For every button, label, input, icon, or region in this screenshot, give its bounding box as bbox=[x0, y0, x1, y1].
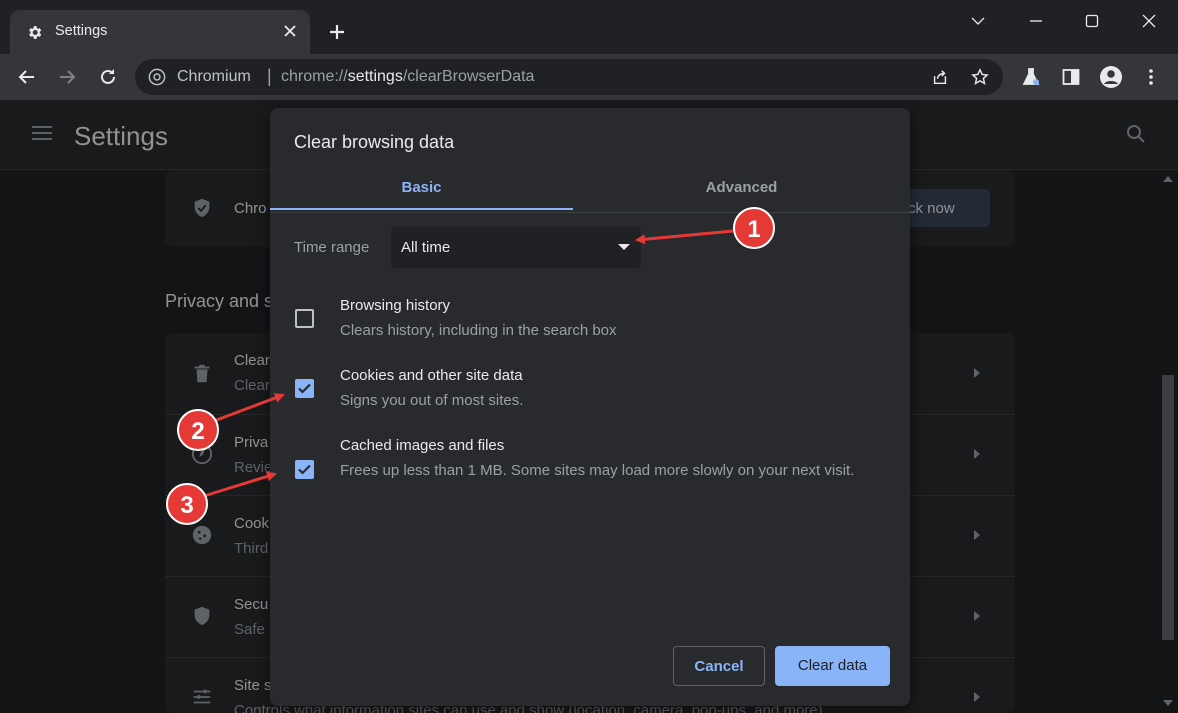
arrow-left-icon bbox=[18, 70, 34, 84]
tab-advanced[interactable]: Advanced bbox=[573, 168, 910, 210]
time-range-value: All time bbox=[401, 239, 451, 256]
share-icon[interactable] bbox=[931, 68, 949, 86]
avatar-icon bbox=[1100, 66, 1122, 88]
toolbar: Chromium | chrome://settings/clearBrowse… bbox=[0, 54, 1178, 100]
extensions-button[interactable] bbox=[1018, 64, 1044, 90]
option-description: Signs you out of most sites. bbox=[340, 392, 524, 409]
more-vert-icon bbox=[1149, 69, 1153, 85]
url-path: /clearBrowserData bbox=[402, 68, 535, 85]
back-button[interactable] bbox=[14, 64, 40, 90]
tab-title: Settings bbox=[55, 23, 108, 39]
clear-browsing-data-dialog: Clear browsing data Basic Advanced Time … bbox=[270, 108, 910, 706]
close-icon bbox=[1142, 14, 1156, 28]
maximize-icon bbox=[1085, 14, 1099, 28]
browser-window: Settings Chromium | chrome://settings/cl… bbox=[0, 0, 1178, 713]
clear-data-button[interactable]: Clear data bbox=[775, 646, 890, 686]
time-range-label: Time range bbox=[294, 239, 370, 256]
cookies-checkbox[interactable] bbox=[295, 379, 314, 398]
checkmark-icon bbox=[298, 464, 311, 475]
close-window-button[interactable] bbox=[1126, 8, 1172, 34]
tab-selected-indicator bbox=[270, 208, 573, 210]
star-icon[interactable] bbox=[971, 68, 989, 86]
tab-basic[interactable]: Basic bbox=[270, 168, 573, 210]
cancel-button[interactable]: Cancel bbox=[673, 646, 765, 686]
forward-button[interactable] bbox=[54, 64, 80, 90]
side-panel-button[interactable] bbox=[1058, 64, 1084, 90]
address-bar[interactable]: Chromium | chrome://settings/clearBrowse… bbox=[135, 59, 1003, 95]
cached-images-checkbox[interactable] bbox=[295, 460, 314, 479]
browsing-history-checkbox[interactable] bbox=[295, 309, 314, 328]
flask-icon bbox=[1022, 68, 1040, 85]
time-range-select[interactable]: All time bbox=[391, 227, 641, 268]
close-icon[interactable] bbox=[282, 23, 298, 39]
menu-button[interactable] bbox=[1138, 64, 1164, 90]
chromium-icon bbox=[148, 68, 166, 86]
tab-strip: Settings bbox=[0, 0, 1178, 54]
gear-icon bbox=[29, 26, 42, 39]
tab-divider bbox=[270, 212, 910, 213]
plus-icon[interactable] bbox=[327, 22, 347, 42]
url-host: settings bbox=[347, 68, 403, 85]
tab-search-button[interactable] bbox=[955, 8, 1001, 34]
option-description: Clears history, including in the search … bbox=[340, 322, 617, 339]
caret-down-icon bbox=[618, 244, 630, 250]
option-description: Frees up less than 1 MB. Some sites may … bbox=[340, 462, 855, 479]
reload-button[interactable] bbox=[95, 64, 121, 90]
arrow-right-icon bbox=[60, 70, 76, 84]
url-scheme: chrome:// bbox=[281, 68, 348, 85]
browser-tab[interactable]: Settings bbox=[10, 10, 310, 54]
omnibox-separator: | bbox=[267, 66, 272, 86]
maximize-button[interactable] bbox=[1069, 8, 1115, 34]
chevron-down-icon bbox=[971, 17, 985, 25]
side-panel-icon bbox=[1062, 69, 1080, 85]
minimize-button[interactable] bbox=[1013, 8, 1059, 34]
dialog-title: Clear browsing data bbox=[294, 132, 455, 152]
profile-button[interactable] bbox=[1098, 64, 1124, 90]
option-title: Cookies and other site data bbox=[340, 367, 523, 384]
minimize-icon bbox=[1030, 20, 1042, 22]
omnibox-site-label: Chromium bbox=[177, 68, 251, 85]
option-title: Cached images and files bbox=[340, 437, 505, 454]
omnibox-url[interactable]: chrome://settings/clearBrowserData bbox=[281, 68, 534, 86]
option-title: Browsing history bbox=[340, 297, 451, 314]
checkmark-icon bbox=[298, 383, 311, 394]
reload-icon bbox=[101, 69, 115, 84]
